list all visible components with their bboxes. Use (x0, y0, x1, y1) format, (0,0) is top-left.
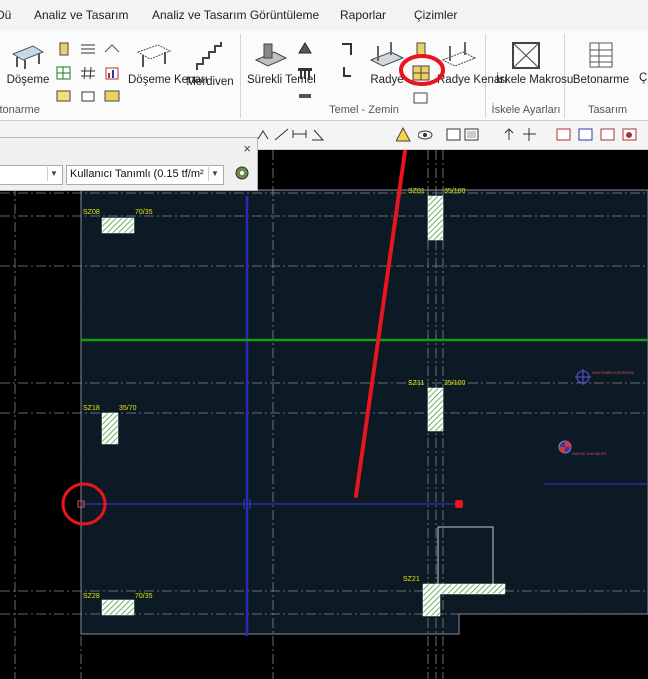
3d-icon[interactable] (600, 127, 615, 142)
scaffold-icon (512, 42, 540, 69)
column-small-icon[interactable] (56, 42, 72, 56)
group-label-betonarme: Betonarme (0, 104, 40, 116)
stairs-icon (196, 42, 222, 70)
undo-icon[interactable] (502, 127, 517, 142)
column-label-sz01: SZ01 (408, 188, 425, 195)
column-size-sz08: 70/35 (135, 209, 153, 216)
column-label-sz28: SZ28 (83, 593, 100, 600)
bracket-small-icon[interactable] (339, 42, 355, 56)
raft-corner-point-right[interactable] (455, 500, 463, 508)
column-size-sz28: 70/35 (135, 593, 153, 600)
dimension-tool-icon[interactable] (292, 127, 307, 142)
column-size-sz18: 35/70 (119, 405, 137, 412)
column-sz01[interactable] (427, 195, 444, 241)
column-label-sz11: SZ11 (408, 380, 424, 387)
pile-small-icon[interactable] (297, 66, 313, 80)
doseme-kenari-button[interactable]: Döşeme Kenarı (128, 40, 208, 87)
material-dropdown[interactable]: ▼ (0, 165, 63, 185)
radye-highlight-circle (399, 54, 445, 86)
betonarme-design-label: Betonarme (572, 74, 630, 86)
block-small-icon[interactable] (80, 88, 96, 102)
raft-region-small-icon[interactable] (413, 90, 429, 104)
chevron-down-icon: ▼ (208, 167, 221, 181)
layer-icon[interactable] (578, 127, 593, 142)
load-dropdown-value: Kullanıcı Tanımlı (0.15 tf/m² (70, 168, 204, 180)
column-size-sz01: 35/100 (444, 188, 466, 195)
column-label-sz18: SZ18 (83, 405, 100, 412)
ribbon: Döşeme Döşeme Kenarı Merdiven Betonarme (0, 30, 648, 121)
group-label-iskele: İskele Ayarları (491, 104, 561, 116)
ribbon-group-tasarim: Betonarme Ç Tasarım (567, 34, 648, 118)
gear-icon[interactable] (232, 163, 252, 183)
menu-item-dü[interactable]: Dü (0, 8, 11, 22)
anchor-small-icon[interactable] (339, 66, 355, 80)
ribbon-group-iskele: İskele Makrosu İskele Ayarları (488, 34, 574, 118)
doseme-label: Döşeme (6, 74, 50, 86)
arrow-tool-icon[interactable] (256, 127, 271, 142)
chevron-down-icon: ▼ (47, 167, 60, 181)
warning-icon[interactable] (396, 127, 411, 142)
move-icon[interactable] (522, 127, 537, 142)
surekli-temel-label: Sürekli Temel (247, 74, 316, 86)
angle-tool-icon[interactable] (310, 127, 325, 142)
measure-tool-icon[interactable] (274, 127, 289, 142)
beam-footing-small-icon[interactable] (297, 88, 313, 102)
betonarme-design-button[interactable]: Betonarme (571, 40, 631, 87)
panel-small-icon[interactable] (104, 88, 120, 102)
window-2-icon[interactable] (464, 127, 479, 142)
column-sz28[interactable] (101, 599, 135, 616)
drawing-canvas[interactable]: SZ08 70/35 SZ01 35/100 SZ18 35/70 SZ11 3… (0, 150, 648, 679)
group-label-tasarim: Tasarım (587, 104, 628, 116)
merdiven-button[interactable]: Merdiven (184, 40, 236, 89)
surekli-temel-button[interactable]: Sürekli Temel (247, 40, 316, 87)
doseme-button[interactable]: Döşeme (6, 40, 50, 87)
menu-item-analysis-view[interactable]: Analiz ve Tasarım Görüntüleme (152, 8, 319, 22)
render-icon[interactable] (622, 127, 637, 142)
column-sz18[interactable] (101, 412, 119, 445)
raft-edge-icon (441, 42, 477, 67)
iskele-makrosu-label: İskele Makrosu (496, 74, 574, 86)
load-dropdown[interactable]: Kullanıcı Tanımlı (0.15 tf/m² ▼ (66, 165, 224, 185)
spreadsheet-icon (589, 42, 613, 68)
group-label-temel-zemin: Temel - Zemin (329, 104, 399, 116)
ribbon-group-betonarme: Döşeme Döşeme Kenarı Merdiven Betonarme (0, 34, 241, 118)
c-label: Ç (639, 72, 648, 84)
grid-small-icon[interactable] (56, 66, 72, 80)
doseme-kenari-label: Döşeme Kenarı (128, 74, 208, 86)
menu-item-reports[interactable]: Raporlar (340, 8, 386, 22)
column-size-sz11: 35/100 (444, 380, 466, 387)
roof-small-icon[interactable] (104, 42, 120, 56)
footing-small-icon[interactable] (297, 42, 313, 56)
raft-marker-1-label: RADYEMIN KATSAYISI (592, 370, 634, 375)
menu-item-analysis-design[interactable]: Analiz ve Tasarım (34, 8, 128, 22)
raft-marker-2[interactable] (558, 440, 572, 454)
menu-item-drawings[interactable]: Çizimler (414, 8, 457, 22)
continuous-foundation-icon (254, 43, 288, 67)
region-small-icon[interactable] (56, 88, 72, 102)
slab-icon (11, 45, 45, 69)
lines-small-icon[interactable] (80, 42, 96, 56)
column-label-sz08: SZ08 (83, 209, 100, 216)
iskele-makrosu-button[interactable]: İskele Makrosu (496, 40, 574, 87)
menu-bar: Dü Analiz ve Tasarım Analiz ve Tasarım G… (0, 0, 648, 31)
chart-small-icon[interactable] (104, 66, 120, 80)
ribbon-group-temel-zemin: Sürekli Temel Radye Radye Kenarı Temel -… (243, 34, 507, 118)
window-icon[interactable] (446, 127, 461, 142)
panel-close-button[interactable]: × (243, 141, 251, 156)
merdiven-label: Merdiven (186, 76, 234, 88)
eye-icon[interactable] (418, 127, 433, 142)
column-sz08[interactable] (101, 217, 135, 234)
column-sz11[interactable] (427, 387, 444, 432)
property-panel: × ▼ Kullanıcı Tanımlı (0.15 tf/m² ▼ (0, 137, 258, 191)
column-label-sz21: SZ21 (403, 576, 420, 583)
xy-icon[interactable] (556, 127, 571, 142)
c-button[interactable]: Ç (639, 72, 648, 85)
raft-region[interactable] (80, 189, 648, 635)
raft-marker-2-label: RADYE KALINLIGI (572, 451, 606, 456)
slab-edge-icon (136, 44, 172, 67)
hash-small-icon[interactable] (80, 66, 96, 80)
